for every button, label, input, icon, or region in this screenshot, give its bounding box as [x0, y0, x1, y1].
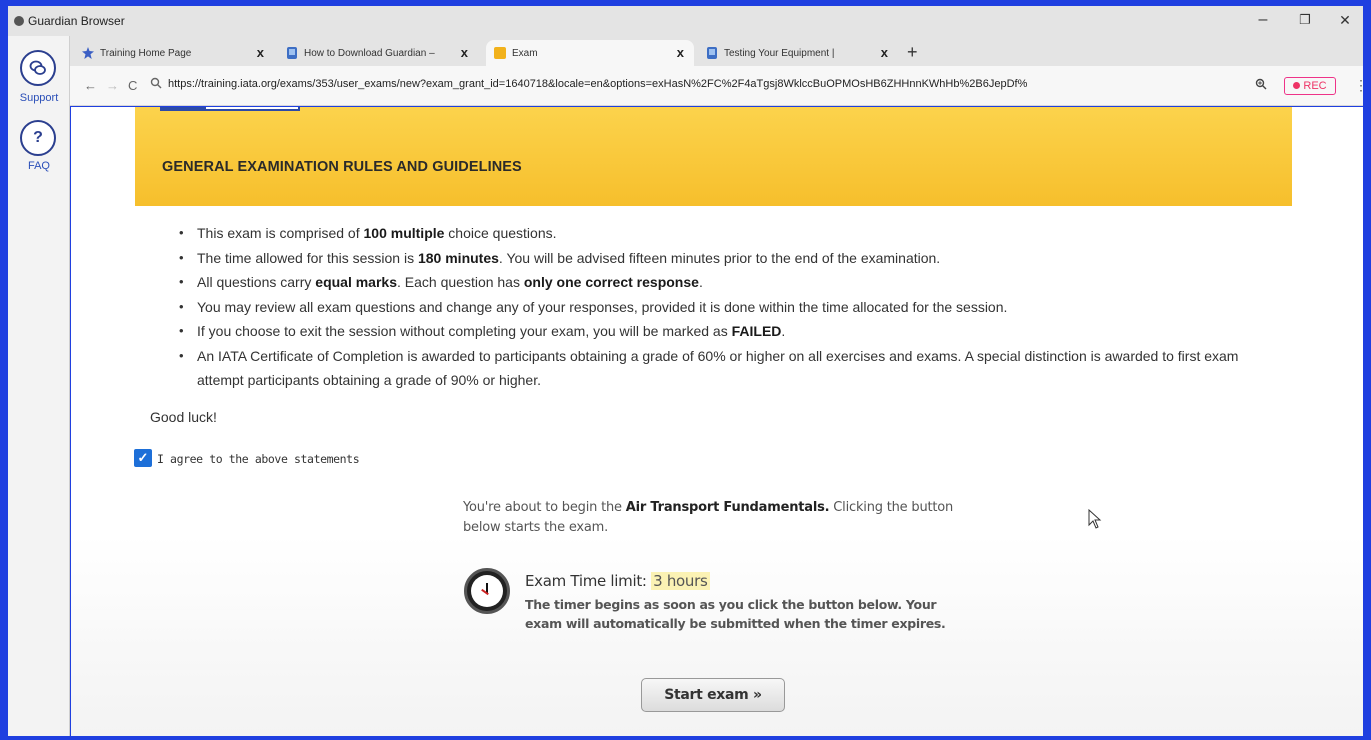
back-button[interactable]: ←	[84, 78, 97, 93]
time-limit-title: Exam Time limit: 3 hours	[525, 572, 710, 590]
window-title: Guardian Browser	[28, 14, 125, 28]
tab-download-guardian[interactable]: How to Download Guardian – x	[278, 40, 478, 66]
forward-button[interactable]: →	[106, 78, 119, 93]
tab-exam[interactable]: Exam x	[486, 40, 694, 66]
question-mark-icon: ?	[33, 129, 43, 146]
rule-item: This exam is comprised of 100 multiple c…	[179, 221, 1259, 246]
star-icon	[82, 47, 94, 59]
rule-item: You may review all exam questions and ch…	[179, 295, 1259, 320]
exam-page: GENERAL EXAMINATION RULES AND GUIDELINES…	[71, 107, 1363, 736]
tab-close-icon[interactable]: x	[257, 45, 264, 60]
new-tab-button[interactable]: +	[907, 42, 918, 63]
page-title: GENERAL EXAMINATION RULES AND GUIDELINES	[162, 159, 522, 175]
agree-checkbox[interactable]: ✓	[134, 449, 152, 467]
search-icon	[150, 77, 162, 89]
tab-label: Training Home Page	[100, 48, 192, 59]
iata-training-logo	[160, 107, 300, 111]
tab-testing-equipment[interactable]: Testing Your Equipment | x	[698, 40, 898, 66]
rule-item: An IATA Certificate of Completion is awa…	[179, 344, 1259, 393]
time-limit-description: The timer begins as soon as you click th…	[525, 597, 946, 631]
faq-label: FAQ	[27, 160, 50, 172]
faq-button[interactable]: ?	[20, 120, 56, 156]
guardian-logo-icon	[14, 16, 24, 26]
tab-close-icon[interactable]: x	[881, 45, 888, 60]
guardian-sidebar: Support ? FAQ	[8, 36, 70, 736]
exam-favicon-icon	[494, 47, 506, 59]
good-luck-text: Good luck!	[150, 409, 217, 425]
guardian-shield-icon	[707, 47, 717, 59]
time-limit-value: 3 hours	[651, 572, 710, 590]
window-titlebar: Guardian Browser – ❐ ✕	[8, 6, 1363, 36]
rule-item: The time allowed for this session is 180…	[179, 246, 1259, 271]
check-icon: ✓	[137, 450, 149, 465]
tab-label: How to Download Guardian –	[304, 48, 435, 59]
url-input[interactable]: https://training.iata.org/exams/353/user…	[146, 72, 1336, 98]
zoom-icon[interactable]	[1255, 78, 1267, 90]
guardian-shield-icon	[287, 47, 297, 59]
rule-item: If you choose to exit the session withou…	[179, 319, 1259, 344]
rules-list: This exam is comprised of 100 multiple c…	[179, 221, 1259, 393]
exam-intro-text: You're about to begin the Air Transport …	[463, 500, 954, 535]
start-exam-button[interactable]: Start exam »	[641, 678, 785, 712]
chat-bubbles-icon	[29, 60, 46, 75]
address-bar-row: ← → C https://training.iata.org/exams/35…	[70, 66, 1368, 106]
support-label: Support	[19, 92, 59, 104]
minimize-button[interactable]: –	[1248, 10, 1278, 30]
tab-label: Exam	[512, 48, 538, 59]
rec-label: REC	[1303, 80, 1327, 92]
rule-item: All questions carry equal marks. Each qu…	[179, 270, 1259, 295]
tab-strip: Training Home Page x How to Download Gua…	[70, 36, 1363, 66]
browser-menu-button[interactable]: ⋮	[1354, 77, 1368, 94]
recording-badge: REC	[1284, 77, 1336, 95]
close-window-button[interactable]: ✕	[1330, 10, 1360, 30]
support-button[interactable]	[20, 50, 56, 86]
clock-icon	[464, 568, 510, 614]
mouse-cursor-icon	[1088, 509, 1102, 529]
header-banner: GENERAL EXAMINATION RULES AND GUIDELINES	[135, 107, 1292, 206]
tab-label: Testing Your Equipment |	[724, 48, 835, 59]
tab-close-icon[interactable]: x	[461, 45, 468, 60]
record-dot-icon	[1293, 82, 1301, 89]
tab-training-home[interactable]: Training Home Page x	[74, 40, 274, 66]
maximize-button[interactable]: ❐	[1290, 10, 1320, 30]
url-text: https://training.iata.org/exams/353/user…	[168, 78, 1028, 90]
tab-close-icon[interactable]: x	[677, 45, 684, 60]
agree-label: I agree to the above statements	[157, 452, 360, 466]
reload-button[interactable]: C	[128, 78, 137, 93]
